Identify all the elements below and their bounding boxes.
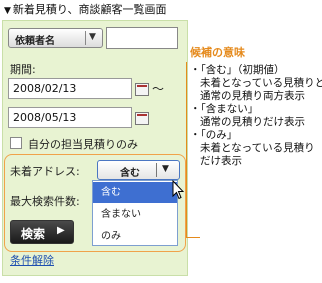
note-line: ・「のみ」 bbox=[190, 129, 238, 141]
search-button-label: 検索 bbox=[21, 227, 46, 241]
reset-conditions-link[interactable]: 条件解除 bbox=[10, 252, 54, 268]
play-arrow-icon: ▶ bbox=[57, 225, 65, 236]
note-line: 通常の見積りだけ表示 bbox=[200, 116, 305, 128]
note-line: だけ表示 bbox=[200, 155, 242, 167]
chevron-down-icon: ▼ bbox=[89, 32, 96, 42]
select-divider bbox=[156, 163, 157, 177]
chevron-down-icon: ▼ bbox=[162, 164, 169, 174]
unarrived-address-select[interactable]: 含む ▼ bbox=[97, 160, 180, 180]
requester-name-input[interactable] bbox=[106, 27, 178, 49]
unarrived-address-select-value: 含む bbox=[120, 168, 140, 179]
date-to-input[interactable]: 2008/05/13 bbox=[8, 107, 132, 128]
unarrived-address-label: 未着アドレス: bbox=[10, 165, 80, 178]
note-line: ・「含む」（初期値） bbox=[190, 64, 285, 76]
mouse-cursor-icon bbox=[172, 180, 184, 200]
note-line: 未着となっている見積り bbox=[200, 142, 315, 154]
requester-select-value: 依頼者名 bbox=[15, 36, 55, 47]
requester-select[interactable]: 依頼者名 ▼ bbox=[8, 28, 103, 48]
range-separator: ～ bbox=[152, 82, 165, 96]
only-mine-label: 自分の担当見積りのみ bbox=[28, 138, 138, 151]
note-line: 通常の見積り両方表示 bbox=[200, 90, 305, 102]
notes-title: 候補の意味 bbox=[190, 46, 245, 59]
callout-line bbox=[186, 62, 187, 238]
dropdown-option-exclude[interactable]: 含まない bbox=[93, 204, 177, 225]
calendar-icon[interactable] bbox=[135, 83, 149, 96]
period-label: 期間: bbox=[10, 63, 36, 76]
search-button[interactable]: 検索 ▶ bbox=[10, 220, 74, 244]
note-line: 未着となっている見積りと bbox=[200, 77, 322, 89]
max-results-label: 最大検索件数: bbox=[10, 195, 80, 208]
collapse-triangle-icon[interactable]: ▼ bbox=[4, 1, 11, 21]
screen-title: 新着見積り、商談顧客一覧画面 bbox=[12, 3, 167, 16]
dropdown-option-only[interactable]: のみ bbox=[93, 226, 177, 247]
calendar-icon[interactable] bbox=[135, 112, 149, 125]
dropdown-option-include[interactable]: 含む bbox=[93, 182, 177, 203]
callout-line bbox=[186, 237, 200, 238]
select-divider bbox=[85, 31, 86, 45]
only-mine-checkbox[interactable] bbox=[10, 137, 22, 149]
note-line: ・「含まない」 bbox=[190, 103, 259, 115]
date-from-input[interactable]: 2008/02/13 bbox=[8, 78, 132, 99]
screen-header[interactable]: ▼ 新着見積り、商談顧客一覧画面 bbox=[0, 0, 322, 20]
unarrived-address-dropdown: 含む 含まない のみ bbox=[92, 180, 178, 246]
